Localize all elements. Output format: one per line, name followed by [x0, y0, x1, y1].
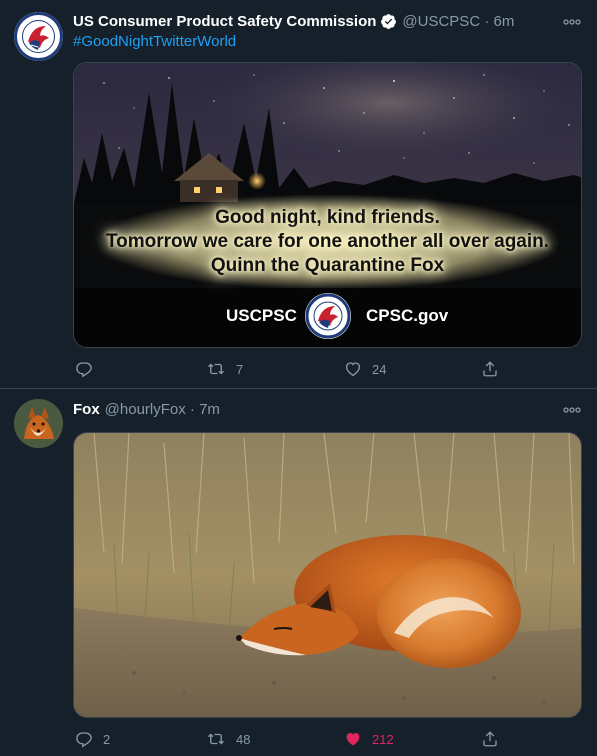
more-options-icon[interactable]	[561, 399, 583, 421]
display-name[interactable]: US Consumer Product Safety Commission	[73, 13, 376, 30]
timeline-feed: US Consumer Product Safety Commission @U…	[0, 0, 597, 756]
image-text-line-1: Good night, kind friends.	[215, 207, 440, 228]
image-text-line-2: Tomorrow we care for one another all ove…	[105, 231, 550, 252]
reply-button[interactable]	[75, 358, 103, 380]
image-text-line-3: Quinn the Quarantine Fox	[210, 255, 445, 276]
retweet-icon	[206, 730, 226, 748]
cpsc-seal-icon[interactable]	[14, 12, 63, 61]
share-icon	[481, 360, 499, 378]
like-count: 212	[372, 731, 394, 747]
like-button[interactable]: 212	[344, 728, 394, 750]
fox-avatar-icon[interactable]	[14, 399, 63, 448]
heart-icon	[344, 360, 362, 378]
reply-button[interactable]: 2	[75, 728, 110, 750]
hashtag-link[interactable]: #GoodNightTwitterWorld	[73, 33, 236, 50]
image-brand-left: USCPSC	[226, 306, 297, 325]
like-button[interactable]: 24	[344, 358, 386, 380]
reply-count: 2	[103, 731, 111, 747]
like-count: 24	[372, 361, 387, 377]
cpsc-seal-logo	[305, 293, 351, 339]
tweet-image-goodnight[interactable]: Good night, kind friends. Tomorrow we ca…	[73, 62, 582, 348]
tweet-hourlyfox[interactable]: Fox @hourlyFox · 7m 2 48 212	[0, 389, 597, 756]
tweet-header: Fox @hourlyFox · 7m	[73, 398, 557, 420]
display-name[interactable]: Fox	[73, 401, 100, 418]
retweet-count: 48	[236, 731, 251, 747]
tweet-header: US Consumer Product Safety Commission @U…	[73, 10, 557, 32]
retweet-button[interactable]: 48	[206, 728, 250, 750]
retweet-button[interactable]: 7	[206, 358, 243, 380]
retweet-icon	[206, 360, 226, 378]
tweet-image-fox[interactable]	[73, 432, 582, 718]
share-icon	[481, 730, 499, 748]
handle-and-time: @hourlyFox · 7m	[104, 400, 220, 418]
tweet-actions: 7 24	[73, 358, 597, 380]
reply-icon	[75, 360, 93, 378]
verified-badge-icon	[380, 13, 397, 30]
more-options-icon[interactable]	[561, 11, 583, 33]
heart-filled-icon	[344, 730, 362, 748]
tweet-cpsc[interactable]: US Consumer Product Safety Commission @U…	[0, 0, 597, 389]
tweet-actions: 2 48 212	[73, 728, 597, 750]
handle-and-time: @USCPSC · 6m	[402, 12, 515, 30]
share-button[interactable]	[481, 728, 499, 750]
share-button[interactable]	[481, 358, 499, 380]
image-brand-right: CPSC.gov	[366, 306, 449, 325]
reply-icon	[75, 730, 93, 748]
retweet-count: 7	[236, 361, 244, 377]
